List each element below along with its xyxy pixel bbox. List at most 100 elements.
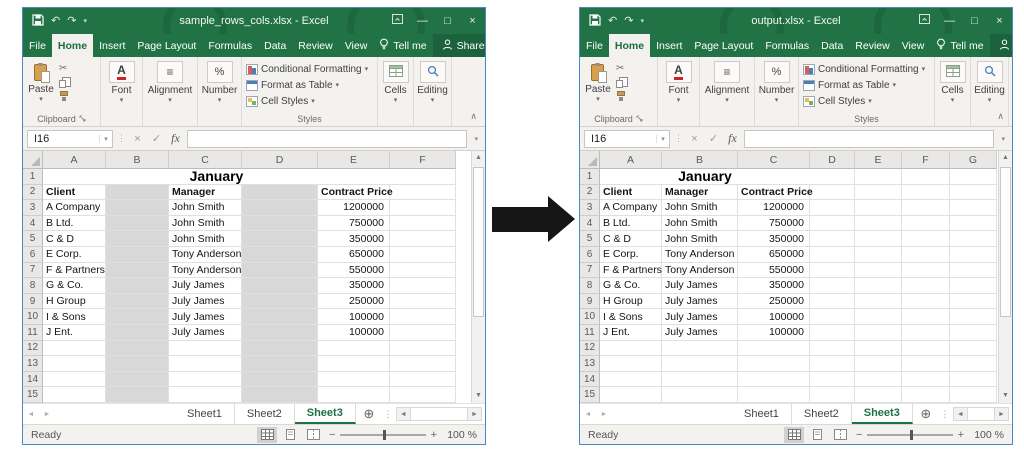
cell-C5[interactable]: 350000: [738, 231, 810, 247]
menu-tab-data[interactable]: Data: [815, 34, 849, 57]
close-button[interactable]: ×: [460, 8, 485, 34]
menu-tab-review[interactable]: Review: [292, 34, 338, 57]
cell-E10[interactable]: 100000: [318, 309, 390, 325]
cell-C7[interactable]: 550000: [738, 263, 810, 279]
cell-B3[interactable]: John Smith: [662, 200, 738, 216]
formula-bar-expand-icon[interactable]: ▾: [471, 135, 481, 143]
cell-E11[interactable]: [855, 325, 902, 341]
cell-D14[interactable]: [242, 372, 318, 388]
zoom-in-button[interactable]: +: [431, 429, 437, 441]
chevron-down-icon[interactable]: ▾: [951, 97, 955, 104]
maximize-button[interactable]: □: [962, 8, 987, 34]
row-header-3[interactable]: 3: [23, 200, 43, 216]
chevron-down-icon[interactable]: ▾: [218, 97, 222, 104]
column-header-B[interactable]: B: [106, 151, 169, 169]
cells-button[interactable]: [940, 61, 966, 83]
editing-button[interactable]: [420, 61, 446, 83]
cell-B8[interactable]: July James: [662, 278, 738, 294]
cell-B10[interactable]: July James: [662, 309, 738, 325]
cell-D7[interactable]: [810, 263, 855, 279]
share-button[interactable]: Share: [433, 34, 486, 57]
cell-C12[interactable]: [169, 341, 242, 357]
menu-tab-home[interactable]: Home: [52, 34, 93, 57]
cell-F3[interactable]: [902, 200, 950, 216]
cell-B14[interactable]: [662, 372, 738, 388]
cell-A13[interactable]: [43, 356, 106, 372]
horizontal-scroll-thumb[interactable]: [410, 408, 468, 420]
cell-F9[interactable]: [902, 294, 950, 310]
cell-B6[interactable]: Tony Anderson: [662, 247, 738, 263]
cell-C13[interactable]: [738, 356, 810, 372]
normal-view-button[interactable]: [257, 427, 277, 443]
chevron-down-icon[interactable]: ▾: [988, 97, 992, 104]
cell-D2[interactable]: [810, 185, 855, 201]
column-header-C[interactable]: C: [169, 151, 242, 169]
cell-C7[interactable]: Tony Anderson: [169, 263, 242, 279]
vertical-scroll-thumb[interactable]: [1000, 167, 1011, 317]
cell-G8[interactable]: [950, 278, 997, 294]
horizontal-scrollbar[interactable]: ◄ ►: [396, 407, 482, 421]
row-header-6[interactable]: 6: [580, 247, 600, 263]
row-header-7[interactable]: 7: [23, 263, 43, 279]
cell-G7[interactable]: [950, 263, 997, 279]
cell-A7[interactable]: F & Partners: [43, 263, 106, 279]
cell-B7[interactable]: Tony Anderson: [662, 263, 738, 279]
cell-C3[interactable]: 1200000: [738, 200, 810, 216]
cell-F7[interactable]: [390, 263, 456, 279]
cell-E9[interactable]: 250000: [318, 294, 390, 310]
vertical-scrollbar[interactable]: ▲▼: [471, 151, 485, 403]
cancel-icon[interactable]: ×: [130, 133, 145, 145]
scroll-up-icon[interactable]: ▲: [472, 151, 485, 165]
cell-D7[interactable]: [242, 263, 318, 279]
format-as-table-button[interactable]: Format as Table ▾: [246, 77, 339, 93]
cell-G4[interactable]: [950, 216, 997, 232]
cell-E3[interactable]: [855, 200, 902, 216]
insert-function-icon[interactable]: fx: [168, 131, 183, 146]
scroll-down-icon[interactable]: ▼: [999, 389, 1012, 403]
sheet-tab-sheet2[interactable]: Sheet2: [235, 404, 295, 424]
cell-A11[interactable]: J Ent.: [43, 325, 106, 341]
cell-E8[interactable]: 350000: [318, 278, 390, 294]
undo-icon[interactable]: ↶: [51, 16, 60, 27]
cell-E3[interactable]: 1200000: [318, 200, 390, 216]
cell-E14[interactable]: [855, 372, 902, 388]
scroll-left-icon[interactable]: ◄: [397, 408, 410, 420]
cell-F3[interactable]: [390, 200, 456, 216]
row-header-10[interactable]: 10: [580, 309, 600, 325]
sheet-tab-sheet3[interactable]: Sheet3: [295, 404, 356, 424]
cell-C2[interactable]: Manager: [169, 185, 242, 201]
cell-A7[interactable]: F & Partners: [600, 263, 662, 279]
menu-tab-view[interactable]: View: [339, 34, 374, 57]
scroll-up-icon[interactable]: ▲: [999, 151, 1012, 165]
cell-B9[interactable]: July James: [662, 294, 738, 310]
scroll-left-icon[interactable]: ◄: [954, 408, 967, 420]
chevron-down-icon[interactable]: ▾: [168, 97, 172, 104]
scroll-right-icon[interactable]: ►: [995, 408, 1008, 420]
paste-button[interactable]: Paste ▾: [580, 61, 616, 103]
cell-E5[interactable]: [855, 231, 902, 247]
cell-E2[interactable]: Contract Price: [318, 185, 390, 201]
cell-G15[interactable]: [950, 387, 997, 403]
cell-E4[interactable]: [855, 216, 902, 232]
horizontal-scroll-thumb[interactable]: [967, 408, 995, 420]
cell-E2[interactable]: [855, 185, 902, 201]
row-header-9[interactable]: 9: [580, 294, 600, 310]
cell-D10[interactable]: [810, 309, 855, 325]
row-header-6[interactable]: 6: [23, 247, 43, 263]
row-header-15[interactable]: 15: [580, 387, 600, 403]
sheet-tab-sheet1[interactable]: Sheet1: [732, 404, 792, 424]
cell-B10[interactable]: [106, 309, 169, 325]
sheet-tab-sheet1[interactable]: Sheet1: [175, 404, 235, 424]
column-header-C[interactable]: C: [738, 151, 810, 169]
cell-styles-button[interactable]: Cell Styles ▾: [803, 93, 872, 109]
cell-E8[interactable]: [855, 278, 902, 294]
row-header-12[interactable]: 12: [23, 341, 43, 357]
sheet-nav-right-icon[interactable]: ►: [596, 404, 612, 424]
cut-icon[interactable]: ✂: [616, 64, 624, 74]
enter-icon[interactable]: ✓: [706, 132, 721, 145]
cell-B2[interactable]: Manager: [662, 185, 738, 201]
row-header-5[interactable]: 5: [23, 231, 43, 247]
cell-F8[interactable]: [902, 278, 950, 294]
row-header-4[interactable]: 4: [580, 216, 600, 232]
ribbon-display-options-icon[interactable]: [385, 8, 410, 34]
